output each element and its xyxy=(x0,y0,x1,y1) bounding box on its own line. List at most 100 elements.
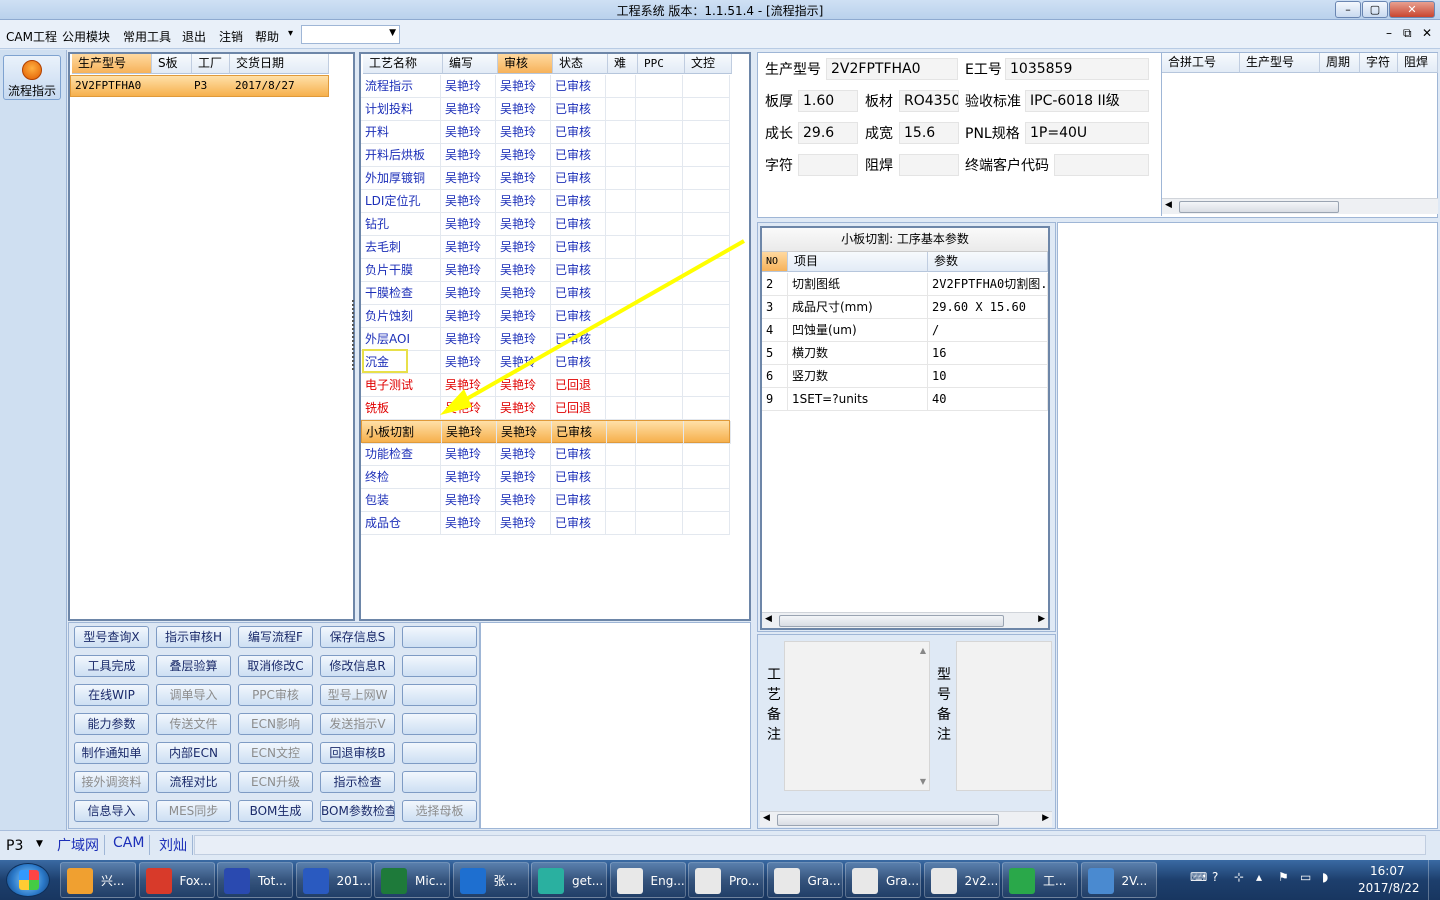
process-header-name[interactable]: 工艺名称 xyxy=(363,54,443,74)
action-button-r1-c4[interactable] xyxy=(402,655,477,677)
scroll-left-icon[interactable]: ◀ xyxy=(1165,200,1172,210)
taskbar-item[interactable]: Tot... xyxy=(217,862,293,898)
action-button-r5-c2[interactable]: ECN升级 xyxy=(238,771,313,793)
flow-instruction-button[interactable]: 流程指示 xyxy=(3,55,61,100)
scroll-thumb[interactable] xyxy=(1179,201,1339,213)
table-row[interactable]: 外加厚镀铜 吴艳玲 吴艳玲 已审核 xyxy=(361,167,730,190)
table-row[interactable]: 5 横刀数 16 xyxy=(762,342,1048,365)
action-button-r6-c0[interactable]: 信息导入 xyxy=(74,800,149,822)
model-notes-field[interactable] xyxy=(956,641,1052,791)
table-row[interactable]: 钻孔 吴艳玲 吴艳玲 已审核 xyxy=(361,213,730,236)
params-scrollbar[interactable]: ◀ ▶ xyxy=(762,612,1048,628)
table-row[interactable]: 计划投料 吴艳玲 吴艳玲 已审核 xyxy=(361,98,730,121)
action-button-r0-c0[interactable]: 型号查询X xyxy=(74,626,149,648)
action-button-r2-c2[interactable]: PPC审核 xyxy=(238,684,313,706)
table-row[interactable]: 4 凹蚀量(um) / xyxy=(762,319,1048,342)
action-button-r5-c4[interactable] xyxy=(402,771,477,793)
splitter-handle[interactable] xyxy=(352,300,357,370)
process-notes-field[interactable]: ▲ ▼ xyxy=(784,641,930,791)
scroll-thumb[interactable] xyxy=(779,615,1004,627)
taskbar-item[interactable]: Eng... xyxy=(609,862,686,898)
merge-header-model[interactable]: 生产型号 xyxy=(1240,53,1320,73)
table-row[interactable]: 开料 吴艳玲 吴艳玲 已审核 xyxy=(361,121,730,144)
orders-header-model[interactable]: 生产型号 xyxy=(72,54,152,74)
help-dropdown-icon[interactable]: ▾ xyxy=(288,28,293,39)
toolbar-combo[interactable]: ▼ xyxy=(301,25,400,44)
action-button-r0-c4[interactable] xyxy=(402,626,477,648)
width-field[interactable]: 15.6 xyxy=(899,122,959,144)
merge-scrollbar[interactable]: ◀ xyxy=(1162,198,1438,214)
model-field[interactable]: 2V2FPTFHA0 xyxy=(826,58,958,80)
tray-expand-icon[interactable]: ▴ xyxy=(1256,870,1262,884)
action-button-r0-c3[interactable]: 保存信息S xyxy=(320,626,395,648)
action-button-r3-c0[interactable]: 能力参数 xyxy=(74,713,149,735)
taskbar-item[interactable]: 工... xyxy=(1002,862,1078,898)
volume-icon[interactable]: ◗ xyxy=(1322,870,1328,884)
action-button-r5-c1[interactable]: 流程对比 xyxy=(156,771,231,793)
taskbar-item[interactable]: 2V... xyxy=(1080,862,1157,898)
action-button-r2-c0[interactable]: 在线WIP xyxy=(74,684,149,706)
action-button-r3-c1[interactable]: 传送文件 xyxy=(156,713,231,735)
action-button-r6-c3[interactable]: BOM参数检查 xyxy=(320,800,395,822)
table-row[interactable]: 2V2FPTFHA0 P3 2017/8/27 xyxy=(70,75,329,97)
mdi-minimize-button[interactable]: – xyxy=(1386,26,1392,40)
table-row[interactable]: 终检 吴艳玲 吴艳玲 已审核 xyxy=(361,466,730,489)
action-button-r2-c4[interactable] xyxy=(402,684,477,706)
monitor-icon[interactable]: ▭ xyxy=(1300,870,1311,884)
pnl-field[interactable]: 1P=40U xyxy=(1025,122,1149,144)
action-button-r6-c1[interactable]: MES同步 xyxy=(156,800,231,822)
merge-header-mask[interactable]: 阻焊 xyxy=(1398,53,1438,73)
action-button-r4-c0[interactable]: 制作通知单 xyxy=(74,742,149,764)
table-row[interactable]: LDI定位孔 吴艳玲 吴艳玲 已审核 xyxy=(361,190,730,213)
menu-common-tools[interactable]: 常用工具 xyxy=(123,28,171,45)
length-field[interactable]: 29.6 xyxy=(798,122,858,144)
merge-header-char[interactable]: 字符 xyxy=(1360,53,1398,73)
orders-header-factory[interactable]: 工厂 xyxy=(192,54,230,74)
scroll-up-icon[interactable]: ▲ xyxy=(920,646,926,655)
process-header-doc[interactable]: 文控 xyxy=(685,54,732,74)
taskbar-item[interactable]: Mic... xyxy=(374,862,450,898)
eno-field[interactable]: 1035859 xyxy=(1005,58,1149,80)
menu-exit[interactable]: 退出 xyxy=(182,28,206,45)
table-row[interactable]: 功能检查 吴艳玲 吴艳玲 已审核 xyxy=(361,443,730,466)
clock-date[interactable]: 2017/8/22 xyxy=(1358,881,1420,895)
maximize-button[interactable]: ▢ xyxy=(1362,1,1388,18)
orders-header-date[interactable]: 交货日期 xyxy=(230,54,329,74)
mdi-restore-button[interactable]: ⧉ xyxy=(1403,26,1412,41)
action-button-r0-c1[interactable]: 指示审核H xyxy=(156,626,231,648)
standard-field[interactable]: IPC-6018 II级 xyxy=(1025,90,1149,112)
action-button-r1-c1[interactable]: 叠层验算 xyxy=(156,655,231,677)
merge-header-cycle[interactable]: 周期 xyxy=(1320,53,1360,73)
clock-time[interactable]: 16:07 xyxy=(1370,864,1405,878)
show-desktop-button[interactable] xyxy=(1428,860,1440,900)
taskbar-item[interactable]: Fox... xyxy=(138,862,215,898)
menu-cam[interactable]: CAM工程 xyxy=(6,28,57,45)
network-icon[interactable]: ⊹ xyxy=(1234,870,1244,884)
minimize-button[interactable]: – xyxy=(1335,1,1361,18)
scroll-left-icon[interactable]: ◀ xyxy=(765,614,772,624)
table-row[interactable]: 9 1SET=?units 40 xyxy=(762,388,1048,411)
taskbar-item[interactable]: Gra... xyxy=(845,862,921,898)
action-button-r1-c0[interactable]: 工具完成 xyxy=(74,655,149,677)
scroll-thumb[interactable] xyxy=(777,814,999,826)
action-button-r2-c1[interactable]: 调单导入 xyxy=(156,684,231,706)
action-button-r5-c3[interactable]: 指示检查 xyxy=(320,771,395,793)
table-row[interactable]: 包装 吴艳玲 吴艳玲 已审核 xyxy=(361,489,730,512)
taskbar-item[interactable]: get... xyxy=(531,862,607,898)
help-icon[interactable]: ? xyxy=(1212,870,1218,884)
taskbar-item[interactable]: 张... xyxy=(452,862,529,898)
table-row[interactable]: 6 竖刀数 10 xyxy=(762,365,1048,388)
taskbar-item[interactable]: Pro... xyxy=(688,862,764,898)
action-button-r3-c3[interactable]: 发送指示V xyxy=(320,713,395,735)
scroll-left-icon[interactable]: ◀ xyxy=(763,813,770,823)
action-button-r0-c2[interactable]: 编写流程F xyxy=(238,626,313,648)
close-button[interactable]: ✕ xyxy=(1389,1,1435,18)
params-header-no[interactable]: NO xyxy=(762,252,788,272)
process-header-status[interactable]: 状态 xyxy=(553,54,608,74)
process-header-writer[interactable]: 编写 xyxy=(443,54,498,74)
scroll-right-icon[interactable]: ▶ xyxy=(1042,813,1049,823)
params-header-item[interactable]: 项目 xyxy=(788,252,928,272)
merge-header-eno[interactable]: 合拼工号 xyxy=(1162,53,1240,73)
chevron-down-icon[interactable]: ▼ xyxy=(36,839,43,849)
action-button-r4-c4[interactable] xyxy=(402,742,477,764)
